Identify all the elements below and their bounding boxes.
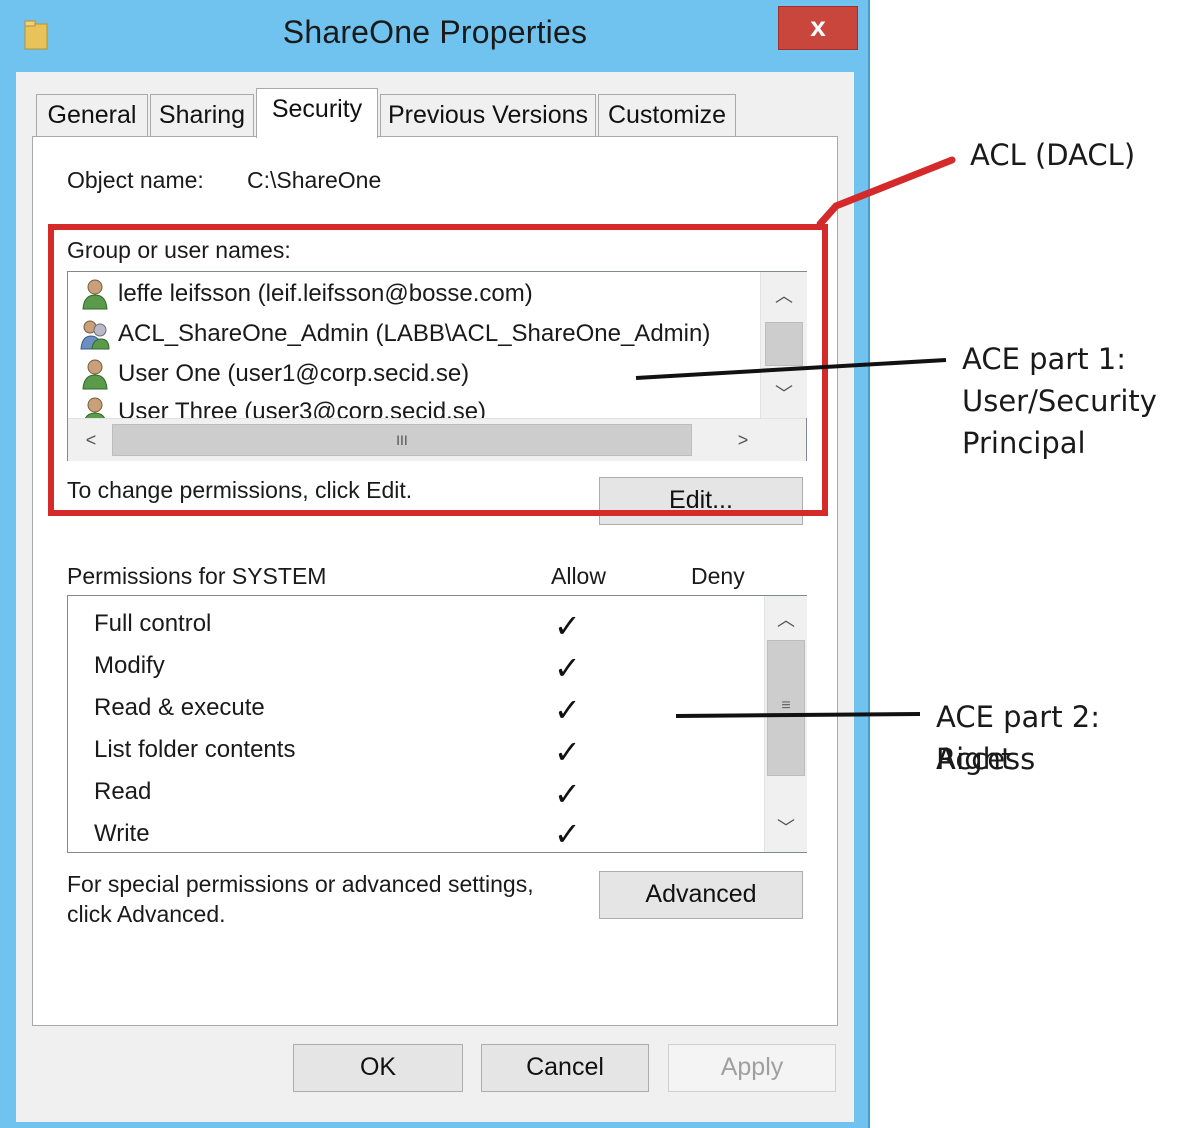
acl-callout-line <box>816 156 956 228</box>
ace2-callout-line <box>675 712 921 718</box>
ace1-callout-line <box>635 358 947 380</box>
annotation-lines <box>635 156 956 718</box>
